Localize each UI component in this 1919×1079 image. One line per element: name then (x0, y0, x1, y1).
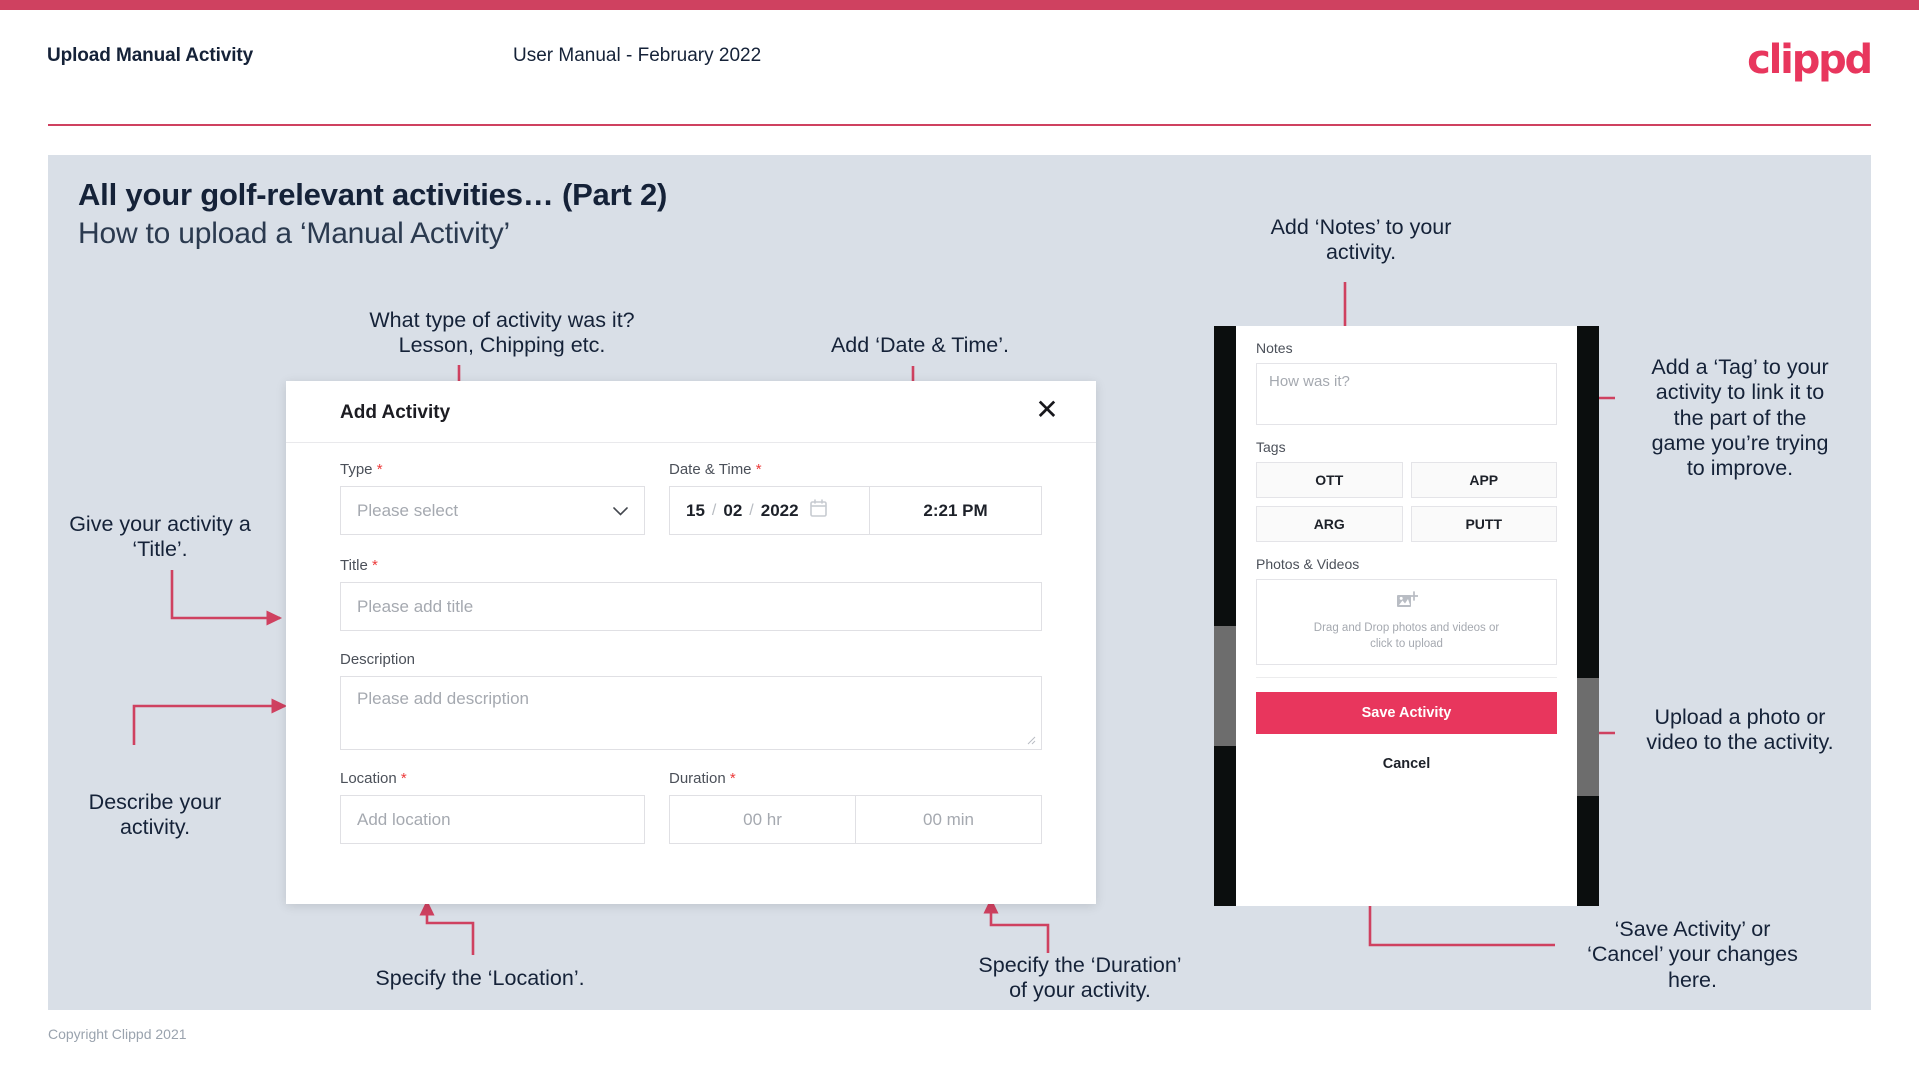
title-input-placeholder: Please add title (357, 596, 474, 616)
annotation-save: ‘Save Activity’ or ‘Cancel’ your changes… (1587, 917, 1798, 992)
footer-copyright: Copyright Clippd 2021 (48, 1026, 187, 1042)
annotation-type: What type of activity was it? Lesson, Ch… (369, 308, 635, 358)
phone-tags-label: Tags (1256, 439, 1286, 455)
date-sep-1: / (711, 501, 717, 519)
phone-bezel-left (1214, 326, 1236, 906)
annotation-description: Describe your activity. (88, 790, 222, 840)
phone-screen: Notes How was it? Tags OTT APP ARG PUTT … (1236, 326, 1577, 906)
date-year: 2022 (760, 500, 799, 520)
tag-arg[interactable]: ARG (1256, 506, 1403, 542)
tag-app[interactable]: APP (1410, 462, 1557, 498)
annotation-title: Give your activity a ‘Title’. (69, 512, 251, 562)
annotation-notes: Add ‘Notes’ to your activity. (1270, 215, 1452, 265)
annotation-location: Specify the ‘Location’. (375, 966, 585, 990)
required-mark: * (755, 461, 762, 478)
field-title: Title * Please add title (340, 557, 1042, 631)
dialog-body: Type * Please select Date & Time * 15 / (286, 443, 1096, 844)
required-mark: * (400, 770, 407, 787)
field-description: Description Please add description (340, 651, 1042, 750)
row-location-duration: Location * Add location Duration * 00 hr… (340, 770, 1042, 844)
annotation-tags: Add a ‘Tag’ to your activity to link it … (1651, 355, 1829, 481)
label-datetime: Date & Time * (669, 461, 762, 478)
photo-dropzone[interactable]: Drag and Drop photos and videos or click… (1256, 579, 1557, 665)
phone-bezel-right-segment (1577, 678, 1599, 796)
date-day: 15 (686, 500, 705, 520)
description-placeholder: Please add description (357, 689, 530, 708)
top-accent-bar (0, 0, 1919, 10)
dialog-header: Add Activity ✕ (286, 381, 1096, 443)
phone-bezel-right (1577, 326, 1599, 906)
add-activity-dialog: Add Activity ✕ Type * Please select Date… (286, 381, 1096, 904)
cancel-button[interactable]: Cancel (1256, 756, 1557, 772)
annotation-duration: Specify the ‘Duration’ of your activity. (978, 953, 1182, 1003)
type-select[interactable]: Please select (340, 486, 645, 535)
tag-ott[interactable]: OTT (1256, 462, 1403, 498)
description-textarea[interactable]: Please add description (340, 676, 1042, 750)
slide-subtitle: How to upload a ‘Manual Activity’ (78, 217, 510, 250)
phone-bezel-left-segment (1214, 626, 1236, 746)
clippd-logo: clippd (1747, 37, 1873, 83)
time-input[interactable]: 2:21 PM (870, 487, 1041, 534)
label-title: Title * (340, 557, 378, 574)
header-subtitle: User Manual - February 2022 (513, 45, 762, 66)
location-placeholder: Add location (357, 809, 451, 829)
chevron-down-icon (613, 502, 628, 520)
annotation-datetime: Add ‘Date & Time’. (830, 333, 1010, 357)
field-location: Location * Add location (340, 770, 645, 844)
save-activity-button[interactable]: Save Activity (1256, 692, 1557, 734)
duration-hours-input[interactable]: 00 hr (670, 796, 855, 843)
label-duration: Duration * (669, 770, 736, 787)
calendar-icon[interactable] (809, 499, 827, 522)
dropzone-line-2: click to upload (1370, 638, 1443, 650)
phone-notes-placeholder: How was it? (1269, 373, 1350, 390)
phone-divider (1256, 677, 1557, 678)
label-type: Type * (340, 461, 383, 478)
date-input[interactable]: 15 / 02 / 2022 (670, 487, 870, 534)
dropzone-line-1: Drag and Drop photos and videos or (1313, 622, 1500, 635)
slide-title: All your golf-relevant activities… (Part… (78, 177, 668, 212)
type-select-value: Please select (357, 500, 459, 520)
phone-mockup: Notes How was it? Tags OTT APP ARG PUTT … (1214, 326, 1599, 906)
label-description: Description (340, 651, 416, 668)
phone-tags-grid: OTT APP ARG PUTT (1256, 462, 1557, 542)
slide-page: Upload Manual Activity User Manual - Feb… (0, 0, 1919, 1079)
required-mark: * (371, 557, 378, 574)
duration-minutes-input[interactable]: 00 min (855, 796, 1041, 843)
field-duration: Duration * 00 hr 00 min (669, 770, 1042, 844)
duration-control: 00 hr 00 min (669, 795, 1042, 844)
resize-handle-icon[interactable] (1027, 736, 1037, 746)
phone-photos-label: Photos & Videos (1256, 556, 1360, 572)
location-input[interactable]: Add location (340, 795, 645, 844)
annotation-upload: Upload a photo or video to the activity. (1646, 705, 1834, 755)
tag-putt[interactable]: PUTT (1410, 506, 1557, 542)
close-icon[interactable]: ✕ (1030, 393, 1064, 427)
required-mark: * (376, 461, 383, 478)
datetime-control: 15 / 02 / 2022 2:21 PM (669, 486, 1042, 535)
date-sep-2: / (749, 501, 754, 519)
label-location: Location * (340, 770, 407, 787)
header-divider (48, 124, 1871, 126)
photo-dropzone-text: Drag and Drop photos and videos or click… (1314, 621, 1499, 652)
field-type: Type * Please select (340, 461, 645, 535)
dialog-title: Add Activity (340, 402, 451, 423)
add-image-icon (1396, 591, 1419, 615)
phone-notes-input[interactable]: How was it? (1256, 363, 1557, 425)
required-mark: * (729, 770, 736, 787)
row-type-datetime: Type * Please select Date & Time * 15 / (340, 443, 1042, 535)
field-datetime: Date & Time * 15 / 02 / 2022 2:21 PM (669, 461, 1042, 535)
header-title: Upload Manual Activity (47, 45, 254, 66)
phone-notes-label: Notes (1256, 340, 1293, 356)
date-month: 02 (723, 500, 743, 520)
title-input[interactable]: Please add title (340, 582, 1042, 631)
